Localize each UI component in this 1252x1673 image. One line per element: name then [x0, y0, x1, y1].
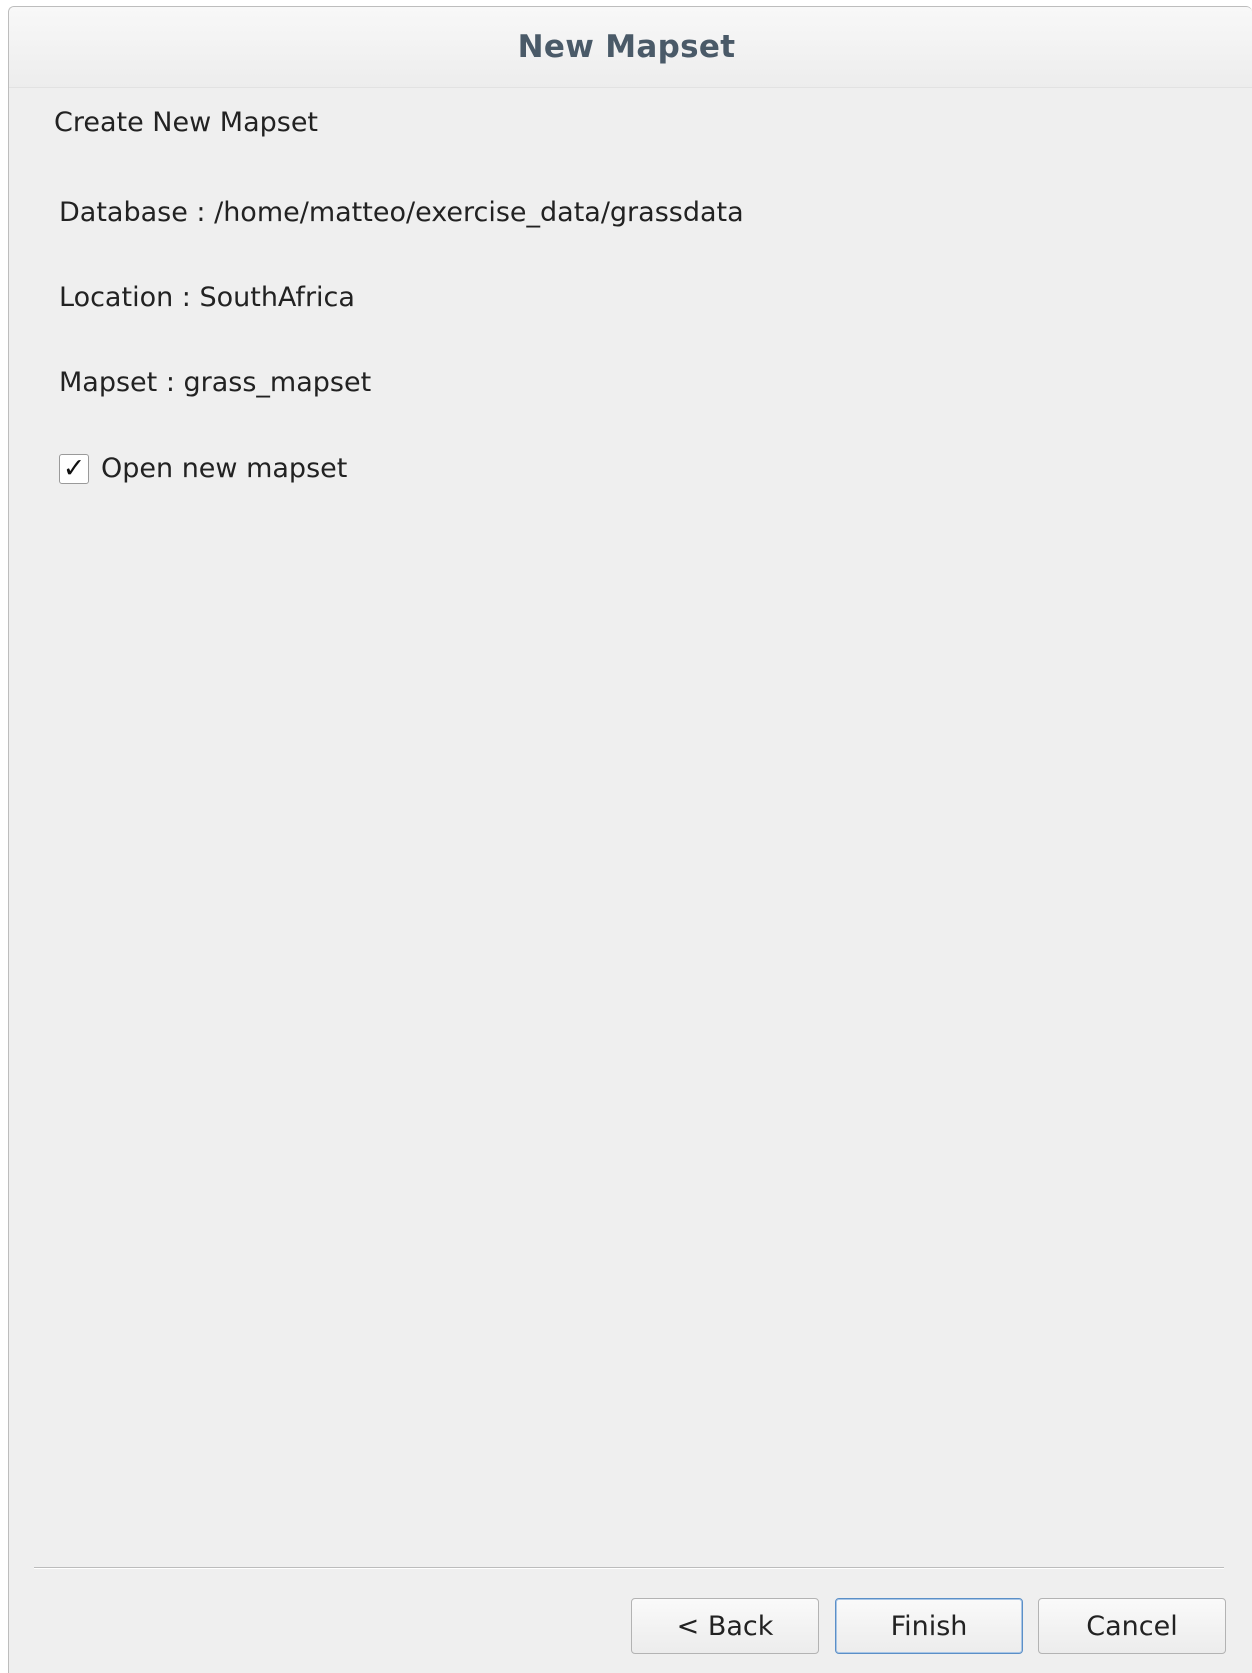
button-separator [34, 1567, 1224, 1569]
cancel-button[interactable]: Cancel [1038, 1598, 1226, 1654]
mapset-info: Mapset : grass_mapset [59, 367, 372, 398]
open-new-mapset-label[interactable]: Open new mapset [101, 453, 347, 484]
window-title: New Mapset [517, 29, 736, 65]
back-button[interactable]: < Back [631, 1598, 819, 1654]
open-new-mapset-option[interactable]: ✓ Open new mapset [59, 453, 347, 484]
finish-button[interactable]: Finish [835, 1598, 1023, 1654]
back-button-label: < Back [676, 1610, 774, 1642]
open-new-mapset-checkbox[interactable]: ✓ [59, 453, 89, 484]
database-info: Database : /home/matteo/exercise_data/gr… [59, 197, 744, 228]
cancel-button-label: Cancel [1086, 1610, 1178, 1642]
finish-button-label: Finish [890, 1610, 968, 1642]
new-mapset-dialog: New Mapset Create New Mapset Database : … [8, 6, 1252, 1673]
page-heading: Create New Mapset [54, 107, 319, 138]
checkmark-icon: ✓ [62, 453, 86, 484]
location-info: Location : SouthAfrica [59, 282, 355, 313]
title-bar[interactable]: New Mapset [9, 7, 1252, 88]
